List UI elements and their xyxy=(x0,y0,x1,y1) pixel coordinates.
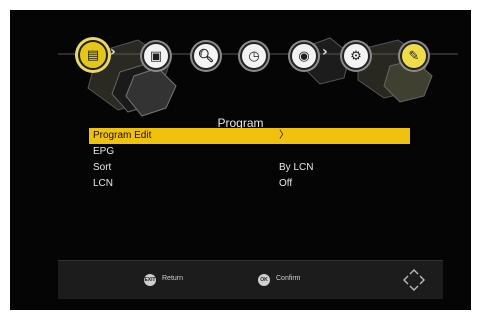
menu-item-label: Sort xyxy=(93,162,112,173)
chevron-right-icon: › xyxy=(110,44,116,60)
ok-key-icon: OK xyxy=(258,274,270,286)
menu-item-program-edit[interactable]: Program Edit 〉 xyxy=(89,128,410,144)
menu-item-label: LCN xyxy=(93,178,114,189)
program-menu: Program Edit 〉 EPG Sort By LCN LCN Off xyxy=(89,128,410,192)
menu-item-label: Program Edit xyxy=(93,130,152,141)
menu-item-label: EPG xyxy=(93,146,115,157)
picture-icon[interactable]: ▣ xyxy=(142,42,170,70)
tools-icon[interactable]: ✎ xyxy=(400,42,428,70)
menu-item-value: Off xyxy=(279,178,293,189)
settings-icon[interactable]: ⚙ xyxy=(342,42,370,70)
menu-item-epg[interactable]: EPG xyxy=(89,144,410,160)
chevron-right-icon: 〉 xyxy=(279,130,289,141)
confirm-label: Confirm xyxy=(276,275,301,282)
search-icon[interactable]: 🔍︎ xyxy=(192,42,220,70)
menu-icon-bar: ▤ › ▣ 🔍︎ ◷ ◉ › ⚙ ✎ xyxy=(58,32,458,117)
menu-item-value: By LCN xyxy=(279,162,314,173)
chevron-right-icon: › xyxy=(322,44,328,60)
dpad-icon xyxy=(403,269,425,291)
tv-screen: ▤ › ▣ 🔍︎ ◷ ◉ › ⚙ ✎ Program Program Edit … xyxy=(10,10,471,310)
time-icon[interactable]: ◷ xyxy=(240,42,268,70)
menu-item-sort[interactable]: Sort By LCN xyxy=(89,160,410,176)
exit-key-icon: EXIT xyxy=(144,274,156,286)
return-label: Return xyxy=(162,275,184,282)
program-icon[interactable]: ▤ xyxy=(78,40,108,70)
menu-item-lcn[interactable]: LCN Off xyxy=(89,176,410,192)
language-icon[interactable]: ◉ xyxy=(290,42,318,70)
footer-hint-bar: EXIT Return OK Confirm xyxy=(58,260,443,299)
